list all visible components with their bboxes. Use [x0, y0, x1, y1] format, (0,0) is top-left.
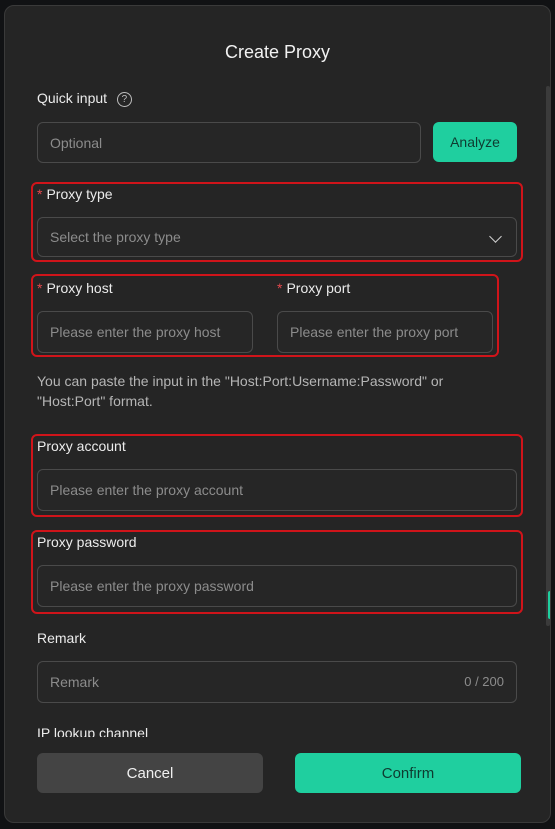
proxy-account-label: Proxy account: [37, 438, 126, 454]
proxy-account-placeholder: Please enter the proxy account: [50, 482, 244, 498]
proxy-password-label: Proxy password: [37, 534, 137, 550]
quick-input-placeholder: Optional: [50, 134, 103, 151]
cancel-button[interactable]: Cancel: [37, 753, 263, 793]
proxy-host-placeholder: Please enter the proxy host: [50, 324, 221, 340]
remark-input[interactable]: Remark 0 / 200: [37, 661, 517, 703]
required-mark: *: [37, 280, 43, 296]
quick-input-field[interactable]: Optional: [37, 122, 421, 163]
scrollbar[interactable]: [546, 86, 550, 626]
proxy-port-label-text: Proxy port: [286, 280, 351, 296]
required-mark: *: [277, 280, 283, 296]
proxy-type-select[interactable]: Select the proxy type: [37, 217, 517, 257]
side-tab-indicator: [548, 591, 550, 619]
create-proxy-dialog: Create Proxy Quick input ? Optional Anal…: [4, 5, 551, 823]
required-mark: *: [37, 186, 43, 202]
quick-input-label-text: Quick input: [37, 90, 108, 106]
proxy-port-label: * Proxy port: [277, 280, 350, 296]
remark-placeholder: Remark: [50, 674, 100, 690]
remark-char-counter: 0 / 200: [464, 674, 504, 689]
proxy-host-label: * Proxy host: [37, 280, 113, 296]
proxy-type-label: * Proxy type: [37, 186, 113, 202]
format-hint: You can paste the input in the "Host:Por…: [37, 373, 444, 409]
proxy-type-placeholder: Select the proxy type: [50, 229, 181, 245]
analyze-button[interactable]: Analyze: [433, 122, 517, 162]
proxy-host-input[interactable]: Please enter the proxy host: [37, 311, 253, 353]
proxy-account-input[interactable]: Please enter the proxy account: [37, 469, 517, 511]
quick-input-label: Quick input ?: [37, 90, 132, 107]
help-icon[interactable]: ?: [116, 91, 132, 107]
proxy-port-placeholder: Please enter the proxy port: [290, 324, 459, 340]
confirm-button[interactable]: Confirm: [295, 753, 521, 793]
chevron-down-icon: [489, 230, 502, 243]
proxy-host-label-text: Proxy host: [46, 280, 113, 296]
dialog-title: Create Proxy: [224, 42, 331, 62]
proxy-password-input[interactable]: Please enter the proxy password: [37, 565, 517, 607]
ip-lookup-label: IP lookup channel: [37, 725, 149, 737]
proxy-port-input[interactable]: Please enter the proxy port: [277, 311, 493, 353]
proxy-type-label-text: Proxy type: [46, 186, 113, 202]
proxy-password-placeholder: Please enter the proxy password: [50, 578, 254, 594]
remark-label: Remark: [37, 630, 87, 646]
